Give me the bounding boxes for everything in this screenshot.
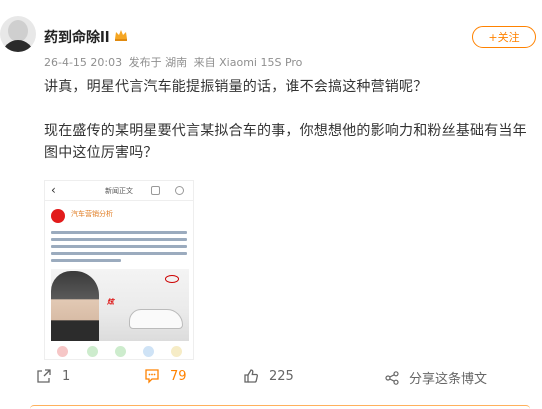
ad-slogan: 炫 bbox=[107, 298, 114, 306]
user-avatar[interactable] bbox=[0, 16, 36, 52]
embedded-bottom-bar bbox=[45, 343, 193, 359]
wechat-icon bbox=[87, 346, 98, 357]
action-bar: 1 79 225 分享这条博文 bbox=[0, 364, 542, 392]
post-location: 发布于 湖南 bbox=[128, 56, 188, 69]
embedded-text-line bbox=[51, 245, 187, 248]
weibo-post: 药到命除ll 26-4-15 20:03 发布于 湖南 来自 Xiaomi 15… bbox=[0, 0, 542, 409]
share-post-label: 分享这条博文 bbox=[409, 372, 488, 387]
post-paragraph-1: 讲真，明星代言汽车能提振销量的话，谁不会搞这种营销呢？ bbox=[44, 79, 428, 95]
like-button[interactable]: 225 bbox=[243, 368, 294, 384]
follow-button[interactable]: +关注 bbox=[472, 26, 536, 48]
post-date: 26-4-15 20:03 bbox=[44, 56, 123, 69]
next-card-edge bbox=[30, 405, 530, 409]
source-logo-icon bbox=[51, 209, 65, 223]
embedded-source-name: 汽车营销分析 bbox=[71, 210, 113, 218]
share-post-button[interactable]: 分享这条博文 bbox=[385, 368, 487, 387]
post-paragraph-2: 现在盛传的某明星要代言某拟合车的事，你想想他的影响力和粉丝基础有当年图中这位厉害… bbox=[44, 123, 527, 161]
back-arrow-icon: ‹ bbox=[51, 183, 56, 197]
embedded-ad-image: 炫 bbox=[51, 269, 189, 341]
embedded-text-line bbox=[51, 252, 187, 255]
share-icon bbox=[385, 370, 399, 385]
ad-car bbox=[129, 309, 183, 329]
ad-person bbox=[51, 271, 99, 341]
embedded-top-bar: ‹ 新闻正文 bbox=[45, 181, 193, 201]
repost-button[interactable]: 1 bbox=[36, 368, 70, 384]
crown-icon bbox=[115, 30, 127, 41]
post-image[interactable]: ‹ 新闻正文 汽车营销分析 炫 bbox=[44, 180, 194, 360]
qzone-icon bbox=[171, 346, 182, 357]
embedded-text-line bbox=[51, 231, 187, 234]
post-source: 来自 Xiaomi 15S Pro bbox=[193, 56, 303, 69]
comment-icon bbox=[145, 369, 159, 384]
thumbs-up-icon bbox=[244, 369, 258, 383]
post-meta: 26-4-15 20:03 发布于 湖南 来自 Xiaomi 15S Pro bbox=[44, 54, 305, 70]
kia-logo-icon bbox=[165, 275, 179, 283]
like-count: 225 bbox=[269, 368, 294, 384]
comment-button[interactable]: 79 bbox=[144, 368, 187, 384]
avatar-head bbox=[8, 20, 28, 42]
repost-icon bbox=[37, 369, 51, 383]
embedded-text-line bbox=[51, 259, 121, 262]
qq-icon bbox=[143, 346, 154, 357]
embedded-nav-title: 新闻正文 bbox=[105, 187, 133, 195]
comment-count: 79 bbox=[170, 368, 187, 384]
follow-button-label: +关注 bbox=[488, 31, 520, 44]
avatar-body bbox=[2, 40, 34, 52]
moments-icon bbox=[115, 346, 126, 357]
embedded-text-line bbox=[51, 238, 187, 241]
car-icon bbox=[151, 186, 160, 195]
repost-count: 1 bbox=[62, 368, 71, 384]
more-icon bbox=[175, 186, 184, 195]
username[interactable]: 药到命除ll bbox=[44, 27, 110, 47]
comment-icon bbox=[57, 346, 68, 357]
